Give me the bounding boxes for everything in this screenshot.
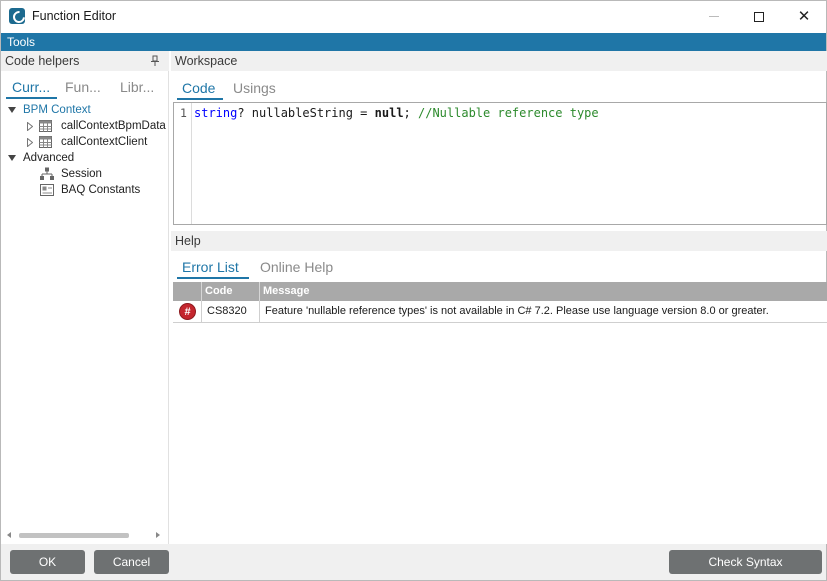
- tab-online-help[interactable]: Online Help: [260, 259, 333, 275]
- scroll-right-icon[interactable]: [156, 532, 160, 538]
- tree-node-callcontextclient[interactable]: callContextClient: [1, 135, 169, 151]
- code-token-semicolon: ;: [403, 106, 418, 120]
- code-helpers-title: Code helpers: [5, 54, 80, 68]
- active-tab-indicator: [177, 277, 249, 279]
- help-header: Help: [171, 231, 827, 251]
- tree-node-label: Session: [61, 168, 102, 180]
- error-code-cell: CS8320: [202, 301, 260, 322]
- minimize-icon: [709, 16, 719, 17]
- help-tabs: Error List Online Help: [173, 255, 827, 279]
- tab-code[interactable]: Code: [182, 80, 215, 96]
- tools-menu-bar: Tools: [1, 33, 826, 51]
- tab-libraries[interactable]: Libr...: [120, 79, 154, 95]
- dialog-footer: OK Cancel Check Syntax: [1, 544, 826, 580]
- tab-error-list[interactable]: Error List: [182, 259, 239, 275]
- code-editor[interactable]: 1 string? nullableString = null; //Nulla…: [173, 102, 827, 225]
- tools-menu[interactable]: Tools: [7, 35, 35, 49]
- column-header-message[interactable]: Message: [260, 282, 827, 301]
- expanded-caret-icon[interactable]: [8, 107, 16, 113]
- epicor-e-icon: [9, 8, 25, 24]
- table-row[interactable]: # CS8320 Feature 'nullable reference typ…: [173, 301, 827, 323]
- table-icon: [39, 120, 52, 132]
- minimize-button[interactable]: [691, 1, 737, 32]
- tree-node-baq-constants[interactable]: BAQ Constants: [1, 183, 169, 199]
- close-icon: ✕: [797, 8, 811, 25]
- tree-node-bpm-context[interactable]: BPM Context: [1, 103, 169, 119]
- cancel-button[interactable]: Cancel: [94, 550, 169, 574]
- tab-functions[interactable]: Fun...: [65, 79, 101, 95]
- active-tab-indicator: [6, 97, 57, 99]
- error-message-cell: Feature 'nullable reference types' is no…: [265, 305, 769, 317]
- maximize-button[interactable]: [736, 1, 782, 32]
- grid-header: Code Message: [173, 282, 827, 301]
- workspace-tabs: Code Usings: [173, 77, 827, 101]
- tree-node-advanced[interactable]: Advanced: [1, 151, 169, 167]
- workspace-header: Workspace: [171, 51, 827, 71]
- tree-node-label: BPM Context: [23, 104, 91, 116]
- scroll-left-icon[interactable]: [7, 532, 11, 538]
- window-title: Function Editor: [32, 9, 117, 23]
- code-line[interactable]: string? nullableString = null; //Nullabl…: [194, 106, 599, 120]
- maximize-icon: [754, 11, 764, 22]
- ok-button[interactable]: OK: [10, 550, 85, 574]
- severity-cell: #: [173, 301, 202, 322]
- tree-node-label: callContextBpmData: [61, 120, 166, 132]
- code-helpers-panel: Code helpers Curr... Fun... Libr... BPM …: [1, 51, 169, 544]
- code-comment: //Nullable reference type: [418, 106, 599, 120]
- code-token-text: ? nullableString =: [237, 106, 375, 120]
- scrollbar-thumb[interactable]: [19, 533, 129, 538]
- constants-icon: [40, 184, 54, 196]
- close-button[interactable]: ✕: [781, 1, 827, 32]
- code-token-type: string: [194, 106, 238, 120]
- error-list-grid: Code Message # CS8320 Feature 'nullable …: [173, 282, 827, 544]
- code-token-null: null: [374, 106, 404, 120]
- function-editor-window: Function Editor ✕ Tools Code helpers Cur…: [0, 0, 827, 581]
- table-icon: [39, 136, 52, 148]
- expanded-caret-icon[interactable]: [8, 155, 16, 161]
- tree-node-label: callContextClient: [61, 136, 148, 148]
- collapsed-caret-icon[interactable]: [27, 138, 33, 147]
- active-tab-indicator: [177, 98, 223, 100]
- code-helpers-header: Code helpers: [1, 51, 169, 71]
- tree-node-label: BAQ Constants: [61, 184, 141, 196]
- check-syntax-button[interactable]: Check Syntax: [669, 550, 822, 574]
- horizontal-scrollbar[interactable]: [5, 529, 165, 541]
- tab-current[interactable]: Curr...: [12, 79, 50, 95]
- line-number: 1: [180, 106, 187, 120]
- workspace-title: Workspace: [175, 54, 238, 68]
- column-header-severity[interactable]: [173, 282, 202, 301]
- tree-node-callcontextbpmdata[interactable]: callContextBpmData: [1, 119, 169, 135]
- tree-node-session[interactable]: Session: [1, 167, 169, 183]
- collapsed-caret-icon[interactable]: [27, 122, 33, 131]
- error-icon: #: [179, 303, 196, 320]
- tab-usings[interactable]: Usings: [233, 80, 276, 96]
- tree-node-label: Advanced: [23, 152, 75, 164]
- title-bar[interactable]: Function Editor ✕: [1, 1, 826, 32]
- line-number-gutter: 1: [174, 103, 192, 224]
- help-title: Help: [175, 234, 201, 248]
- pin-icon[interactable]: [150, 55, 160, 67]
- column-header-code[interactable]: Code: [202, 282, 260, 301]
- hierarchy-icon: [40, 167, 54, 180]
